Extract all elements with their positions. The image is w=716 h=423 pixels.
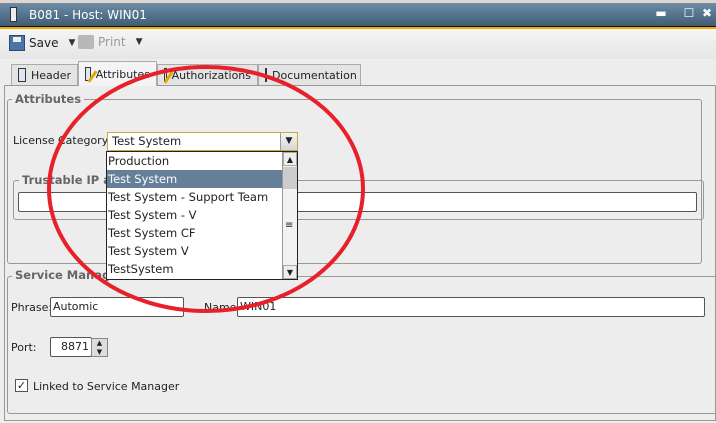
authorizations-edit-icon [164, 68, 167, 82]
tab-header[interactable]: Header [11, 64, 78, 85]
option-testsystem[interactable]: TestSystem [107, 260, 283, 278]
name-input[interactable]: WIN01 [237, 297, 705, 317]
save-button[interactable]: Save ▼ [9, 35, 75, 51]
print-button[interactable]: Print ▼ [78, 35, 143, 49]
linked-checkbox[interactable]: ✓ [15, 379, 28, 392]
title-bar: B081 - Host: WIN01 [0, 4, 716, 26]
chevron-down-icon[interactable]: ▼ [280, 133, 297, 150]
tab-label: Header [30, 68, 71, 82]
window-title: B081 - Host: WIN01 [29, 8, 147, 22]
attributes-group-label: Attributes [12, 92, 85, 106]
print-dropdown-icon[interactable]: ▼ [136, 37, 143, 47]
license-category-dropdown: Production Test System Test System - Sup… [106, 151, 298, 280]
save-dropdown-icon[interactable]: ▼ [68, 38, 75, 48]
tab-label: Documentation [272, 68, 357, 82]
linked-label: Linked to Service Manager [33, 380, 180, 393]
dropdown-scrollbar[interactable]: ▲ ≡ ▼ [282, 152, 297, 279]
port-input[interactable]: 8871 [50, 337, 92, 357]
name-label: Name: [204, 301, 241, 314]
close-button[interactable]: ✖ [700, 6, 714, 20]
attributes-edit-icon [85, 67, 91, 81]
header-info-icon [18, 68, 26, 82]
option-test-system-v[interactable]: Test System V [107, 242, 283, 260]
tab-documentation[interactable]: Documentation [258, 64, 361, 85]
tab-attributes[interactable]: Attributes [78, 61, 157, 86]
option-production[interactable]: Production [107, 152, 283, 170]
print-label: Print [98, 35, 126, 49]
host-icon [10, 7, 17, 22]
license-category-select[interactable]: Test System [107, 132, 298, 151]
tab-label: Authorizations [171, 68, 251, 82]
option-test-system[interactable]: Test System [107, 170, 283, 188]
option-test-system-v-dash[interactable]: Test System - V [107, 206, 283, 224]
documentation-icon [265, 68, 267, 82]
maximize-button[interactable]: ☐ [682, 6, 696, 20]
port-stepper[interactable]: ▲ ▼ [91, 338, 108, 357]
port-label: Port: [11, 341, 37, 354]
save-label: Save [29, 36, 59, 50]
license-category-label: License Category: [13, 134, 112, 147]
grip-icon: ≡ [285, 220, 294, 231]
minimize-button[interactable]: ▬ [654, 6, 668, 20]
phrase-input[interactable]: Automic [50, 297, 184, 317]
scroll-up-icon[interactable]: ▲ [283, 152, 297, 166]
phrase-label: Phrase: [11, 301, 53, 314]
save-icon [9, 35, 25, 51]
scroll-down-icon[interactable]: ▼ [283, 265, 297, 279]
tab-authorizations[interactable]: Authorizations [157, 64, 258, 85]
scroll-thumb[interactable] [283, 167, 297, 189]
tab-label: Attributes [95, 67, 150, 81]
option-test-system-cf[interactable]: Test System CF [107, 224, 283, 242]
print-icon [78, 35, 94, 49]
option-test-system-support-team[interactable]: Test System - Support Team [107, 188, 283, 206]
